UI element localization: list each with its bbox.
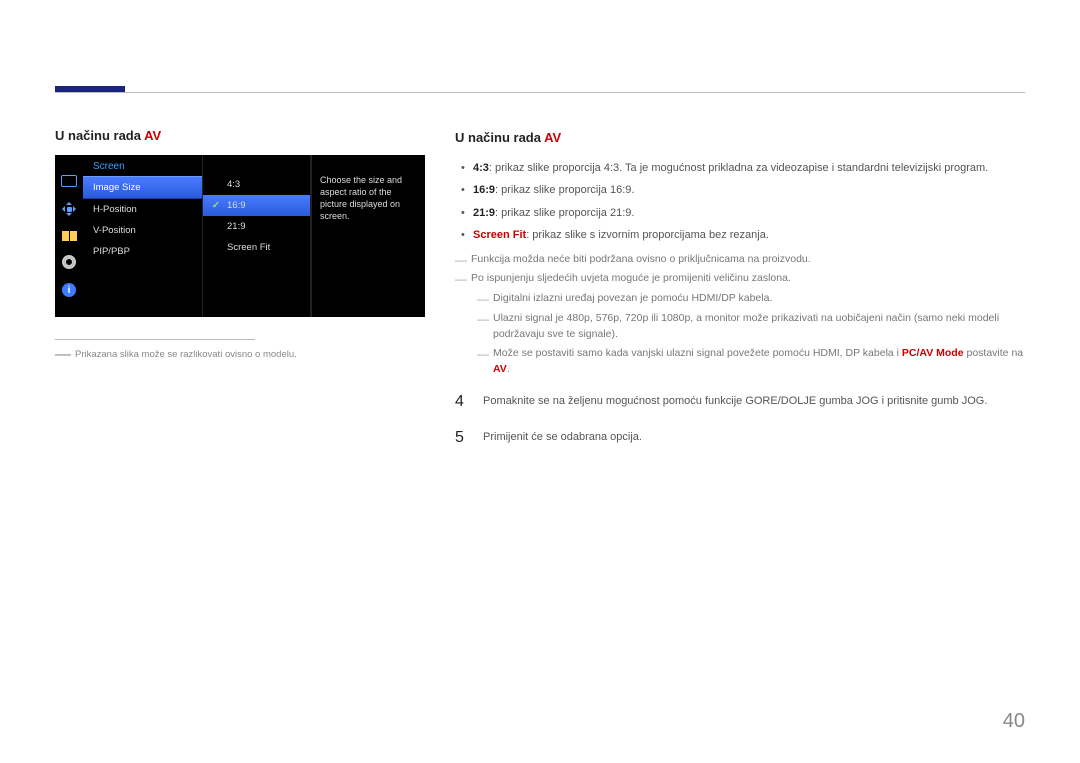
list-item: 21:9: prikaz slike proporcija 21:9. <box>455 205 1025 222</box>
aspect-ratio-list: 4:3: prikaz slike proporcija 4:3. Ta je … <box>455 160 1025 244</box>
osd-option[interactable]: 16:9 <box>203 195 310 216</box>
osd-menu-item[interactable]: V-Position <box>83 220 202 241</box>
osd-option[interactable]: 4:3 <box>203 174 310 195</box>
heading-prefix: U načinu rada <box>55 128 144 143</box>
note: Ulazni signal je 480p, 576p, 720p ili 10… <box>477 311 1025 343</box>
osd-sidebar-icons: i <box>55 155 83 317</box>
step-text: Pomaknite se na željenu mogućnost pomoću… <box>483 390 987 410</box>
pip-icon <box>62 231 77 241</box>
osd-screenshot: i Screen Image Size H-Position V-Positio… <box>55 155 425 317</box>
osd-info-panel: Choose the size and aspect ratio of the … <box>311 155 425 317</box>
note: Može se postaviti samo kada vanjski ulaz… <box>477 346 1025 378</box>
heading-mode: AV <box>544 130 561 145</box>
step-4: 4 Pomaknite se na željenu mogućnost pomo… <box>455 390 1025 414</box>
step-5: 5 Primijenit će se odabrana opcija. <box>455 426 1025 450</box>
osd-menu-item[interactable]: Image Size <box>83 176 202 199</box>
info-icon: i <box>62 283 76 297</box>
osd-option[interactable]: Screen Fit <box>203 237 310 258</box>
osd-menu-column: Screen Image Size H-Position V-Position … <box>83 155 203 317</box>
step-number: 4 <box>455 390 469 414</box>
heading-mode: AV <box>144 128 161 143</box>
osd-info-text: Choose the size and aspect ratio of the … <box>320 174 419 223</box>
osd-menu-item[interactable]: H-Position <box>83 199 202 220</box>
step-text: Primijenit će se odabrana opcija. <box>483 426 642 446</box>
header-rule <box>55 92 1025 93</box>
gear-icon <box>62 255 76 269</box>
heading-prefix: U načinu rada <box>455 130 544 145</box>
osd-options-column: 4:3 16:9 21:9 Screen Fit <box>203 155 311 317</box>
right-heading: U načinu rada AV <box>455 128 1025 148</box>
list-item: Screen Fit: prikaz slike s izvornim prop… <box>455 227 1025 244</box>
list-item: 4:3: prikaz slike proporcija 4:3. Ta je … <box>455 160 1025 177</box>
osd-menu-item[interactable]: PIP/PBP <box>83 241 202 262</box>
nav-icon <box>61 201 77 217</box>
note: Funkcija možda neće biti podržana ovisno… <box>455 252 1025 268</box>
list-item: 16:9: prikaz slike proporcija 16:9. <box>455 182 1025 199</box>
footnote-rule <box>55 339 255 340</box>
page-number: 40 <box>1003 710 1025 733</box>
note: Po ispunjenju sljedećih uvjeta moguće je… <box>455 271 1025 287</box>
footnote: ―Prikazana slika može se razlikovati ovi… <box>55 346 425 364</box>
note: Digitalni izlazni uređaj povezan je pomo… <box>477 291 1025 307</box>
monitor-icon <box>61 175 77 187</box>
osd-panel-title: Screen <box>83 155 202 176</box>
step-number: 5 <box>455 426 469 450</box>
left-heading: U načinu rada AV <box>55 128 425 143</box>
footnote-text: Prikazana slika može se razlikovati ovis… <box>75 349 297 360</box>
osd-option[interactable]: 21:9 <box>203 216 310 237</box>
